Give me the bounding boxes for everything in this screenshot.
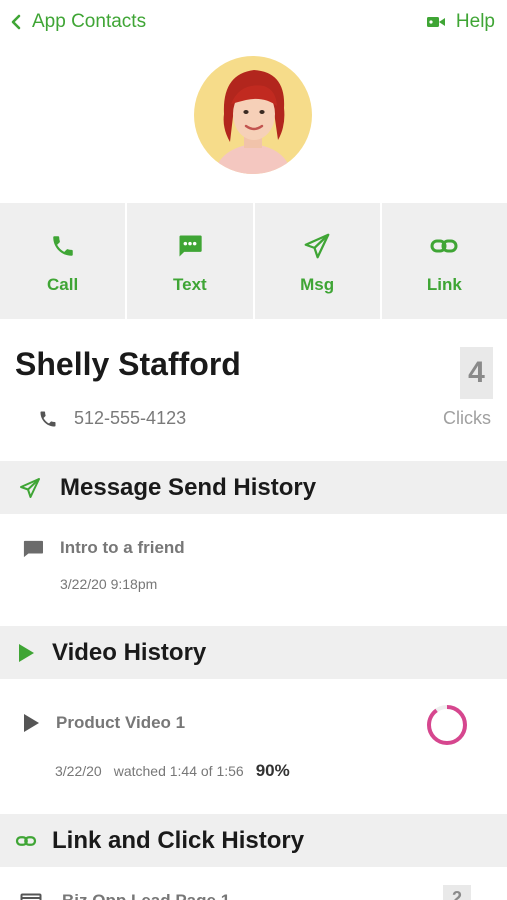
action-bar: Call Text Msg Link [0,203,507,319]
phone-icon [40,411,56,426]
link-icon [430,239,458,253]
msg-button[interactable]: Msg [254,203,380,319]
link-title: Biz Opp Lead Page 1 [62,891,230,900]
call-label: Call [47,275,79,294]
paper-plane-icon [20,477,40,498]
video-camera-icon [426,17,445,27]
message-title: Intro to a friend [60,538,185,557]
message-history-header: Message Send History [0,461,507,514]
link-history-header: Link and Click History [0,814,507,867]
help-label: Help [455,11,495,32]
back-label: App Contacts [32,11,147,32]
clicks-count: 4 [460,347,493,399]
text-label: Text [173,275,207,294]
progress-ring [427,705,467,745]
message-date: 3/22/20 9:18pm [60,576,158,592]
chat-bubble-icon [179,235,202,257]
link-click-count: 2 [443,885,471,900]
section-title: Video History [52,638,207,666]
section-title: Message Send History [60,473,317,501]
call-button[interactable]: Call [0,203,126,319]
help-button[interactable]: Help [426,11,495,33]
play-icon [19,643,34,662]
video-date: 3/22/20 [55,763,102,779]
video-history-header: Video History [0,626,507,679]
text-button[interactable]: Text [127,203,253,319]
link-button[interactable]: Link [381,203,507,319]
video-meta: 3/22/20 watched 1:44 of 1:56 90% [55,761,290,781]
video-title: Product Video 1 [56,713,186,732]
contact-name: Shelly Stafford [15,346,241,382]
top-bar: App Contacts Help [0,0,507,50]
back-button[interactable]: App Contacts [10,11,146,33]
phone-text: 512-555-4123 [74,408,187,428]
video-watched: watched 1:44 of 1:56 [113,763,244,779]
paper-plane-icon [304,233,330,259]
phone-icon [52,236,73,256]
phone-number[interactable]: 512-555-4123 [38,408,186,429]
avatar [194,56,312,174]
chevron-left-icon [11,14,21,30]
video-percent: 90% [255,761,290,780]
clicks-label: Clicks [443,408,491,428]
chat-bubble-icon [23,540,43,558]
browser-window-icon [20,893,42,900]
link-icon [15,835,37,846]
link-label: Link [426,275,462,294]
msg-label: Msg [300,275,335,294]
section-title: Link and Click History [52,826,305,854]
play-icon [24,714,39,732]
